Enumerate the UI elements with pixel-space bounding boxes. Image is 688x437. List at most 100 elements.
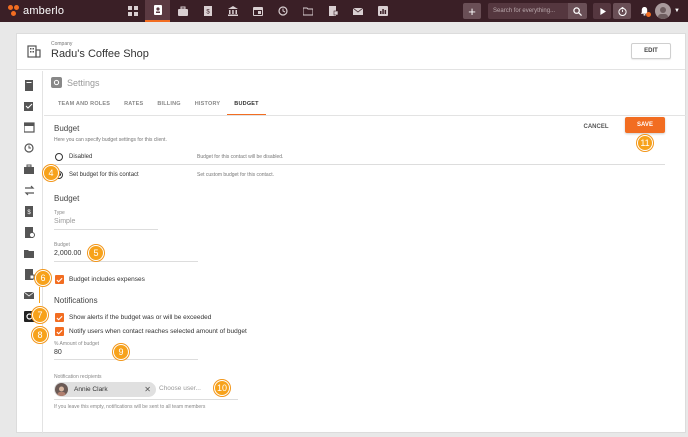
settings-title: Settings bbox=[67, 77, 100, 88]
budget-type-label: Type bbox=[54, 210, 65, 216]
radio-button[interactable] bbox=[55, 153, 63, 161]
sidebar-notes-icon[interactable] bbox=[24, 80, 35, 91]
company-header: Company Radu's Coffee Shop EDIT bbox=[17, 34, 685, 70]
sidebar-matters-icon[interactable] bbox=[24, 164, 35, 175]
checkbox-checked[interactable] bbox=[55, 313, 64, 322]
settings-tabs: TEAM AND ROLES RATES BILLING HISTORY BUD… bbox=[51, 97, 266, 116]
budget-amount-underline bbox=[54, 261, 198, 262]
radio-option-disabled[interactable]: Disabled Budget for this contact will be… bbox=[55, 150, 665, 165]
notification-count-badge bbox=[646, 12, 652, 17]
contacts-icon[interactable] bbox=[145, 0, 170, 22]
radio-label: Disabled bbox=[69, 154, 93, 160]
sidebar-transfer-icon[interactable] bbox=[24, 185, 35, 196]
recipient-avatar bbox=[55, 383, 68, 396]
recipient-chip: Annie Clark ✕ bbox=[54, 382, 156, 397]
budget-amount-label: Budget bbox=[54, 242, 70, 248]
choose-user-input[interactable]: Choose user... bbox=[159, 385, 201, 392]
callout-badge-5: 5 bbox=[88, 245, 104, 261]
save-button[interactable]: SAVE bbox=[625, 117, 665, 133]
invoices-icon[interactable]: $ bbox=[195, 0, 220, 22]
tab-history[interactable]: HISTORY bbox=[188, 97, 228, 116]
recipients-footnote: If you leave this empty, notifications w… bbox=[54, 404, 206, 410]
tab-rates[interactable]: RATES bbox=[117, 97, 150, 116]
recipients-underline bbox=[54, 399, 238, 400]
alert-exceeded-checkbox-row[interactable]: Show alerts if the budget was or will be… bbox=[55, 313, 211, 322]
tab-billing[interactable]: BILLING bbox=[150, 97, 187, 116]
percent-amount-input[interactable]: 80 bbox=[54, 349, 62, 356]
sidebar-mail-icon[interactable] bbox=[23, 290, 35, 301]
sidebar-invoices-icon[interactable]: $ bbox=[24, 206, 35, 217]
sidebar-tasks-icon[interactable] bbox=[24, 101, 35, 112]
checkbox-checked[interactable] bbox=[55, 327, 64, 336]
company-name: Radu's Coffee Shop bbox=[51, 48, 149, 60]
tab-team-and-roles[interactable]: TEAM AND ROLES bbox=[51, 97, 117, 116]
quick-add-button[interactable]: + bbox=[463, 3, 482, 19]
folder-icon[interactable] bbox=[295, 0, 320, 22]
recipient-name: Annie Clark bbox=[74, 386, 108, 393]
sidebar-documents-icon[interactable] bbox=[24, 269, 35, 280]
search-icon[interactable] bbox=[568, 3, 588, 19]
stopwatch-icon[interactable] bbox=[613, 3, 632, 19]
checkbox-checked[interactable] bbox=[55, 275, 64, 284]
includes-expenses-checkbox-row[interactable]: Budget includes expenses bbox=[55, 275, 145, 284]
cancel-button[interactable]: CANCEL bbox=[579, 120, 613, 134]
company-building-icon bbox=[27, 45, 41, 58]
matters-icon[interactable] bbox=[170, 0, 195, 22]
play-timer-icon[interactable] bbox=[593, 3, 612, 19]
reports-icon[interactable] bbox=[370, 0, 395, 22]
edit-button[interactable]: EDIT bbox=[631, 43, 671, 59]
settings-gear-icon bbox=[51, 77, 62, 88]
callout-badge-8: 8 bbox=[32, 327, 48, 343]
callout-connector bbox=[39, 287, 40, 303]
notify-users-checkbox-row[interactable]: Notify users when contact reaches select… bbox=[55, 327, 247, 336]
top-navigation-bar: amberlo $ + Search for everything... ▼ bbox=[0, 0, 688, 22]
budget-fields-title: Budget bbox=[54, 194, 80, 203]
global-search-input[interactable]: Search for everything... bbox=[488, 3, 569, 19]
logo-text: amberlo bbox=[23, 5, 65, 17]
sidebar-calendar-icon[interactable] bbox=[23, 122, 35, 133]
mail-icon[interactable] bbox=[345, 0, 370, 22]
app-logo[interactable]: amberlo bbox=[0, 0, 120, 22]
callout-badge-7: 7 bbox=[32, 307, 48, 323]
budget-section-description: Here you can specify budget settings for… bbox=[54, 137, 167, 143]
callout-badge-9: 9 bbox=[113, 344, 129, 360]
settings-header: Settings bbox=[51, 77, 100, 88]
checkbox-label: Notify users when contact reaches select… bbox=[69, 328, 247, 335]
callout-badge-6: 6 bbox=[35, 270, 51, 286]
documents-icon[interactable] bbox=[320, 0, 345, 22]
percent-amount-label: % Amount of budget bbox=[54, 341, 100, 347]
callout-badge-4: 4 bbox=[43, 165, 59, 181]
callout-badge-10: 10 bbox=[214, 380, 230, 396]
budget-amount-input[interactable]: 2,000.00 bbox=[54, 250, 81, 257]
user-menu-caret-icon[interactable]: ▼ bbox=[674, 8, 680, 14]
checkbox-label: Show alerts if the budget was or will be… bbox=[69, 314, 212, 321]
budget-section-title: Budget bbox=[54, 124, 80, 133]
contact-sidebar: $ bbox=[17, 71, 43, 434]
notifications-title: Notifications bbox=[54, 296, 98, 305]
callout-badge-11: 11 bbox=[637, 135, 653, 151]
dashboard-icon[interactable] bbox=[120, 0, 145, 22]
radio-label: Set budget for this contact bbox=[69, 171, 139, 178]
main-nav: $ bbox=[120, 0, 395, 22]
remove-recipient-close-icon[interactable]: ✕ bbox=[144, 385, 151, 394]
notifications-bell-icon[interactable] bbox=[637, 3, 652, 19]
recipients-label: Notification recipients bbox=[54, 374, 102, 380]
radio-hint: Set custom budget for this contact. bbox=[197, 171, 274, 178]
company-label: Company bbox=[51, 41, 73, 47]
tabs-divider bbox=[44, 115, 686, 116]
sidebar-time-icon[interactable] bbox=[24, 143, 35, 154]
user-avatar[interactable] bbox=[655, 3, 672, 19]
sidebar-folder-icon[interactable] bbox=[24, 248, 35, 259]
calendar-icon[interactable] bbox=[245, 0, 270, 22]
time-icon[interactable] bbox=[270, 0, 295, 22]
budget-type-underline bbox=[54, 229, 158, 230]
top-bar-right: + Search for everything... ▼ bbox=[463, 0, 688, 22]
bank-icon[interactable] bbox=[220, 0, 245, 22]
tab-budget[interactable]: BUDGET bbox=[227, 97, 266, 116]
percent-amount-underline bbox=[54, 359, 198, 360]
sidebar-payments-icon[interactable] bbox=[24, 227, 35, 238]
logo-mark-icon bbox=[8, 5, 20, 17]
budget-type-select[interactable]: Simple bbox=[54, 218, 75, 225]
radio-option-set-budget[interactable]: Set budget for this contact Set custom b… bbox=[55, 167, 665, 182]
checkbox-label: Budget includes expenses bbox=[69, 276, 145, 283]
